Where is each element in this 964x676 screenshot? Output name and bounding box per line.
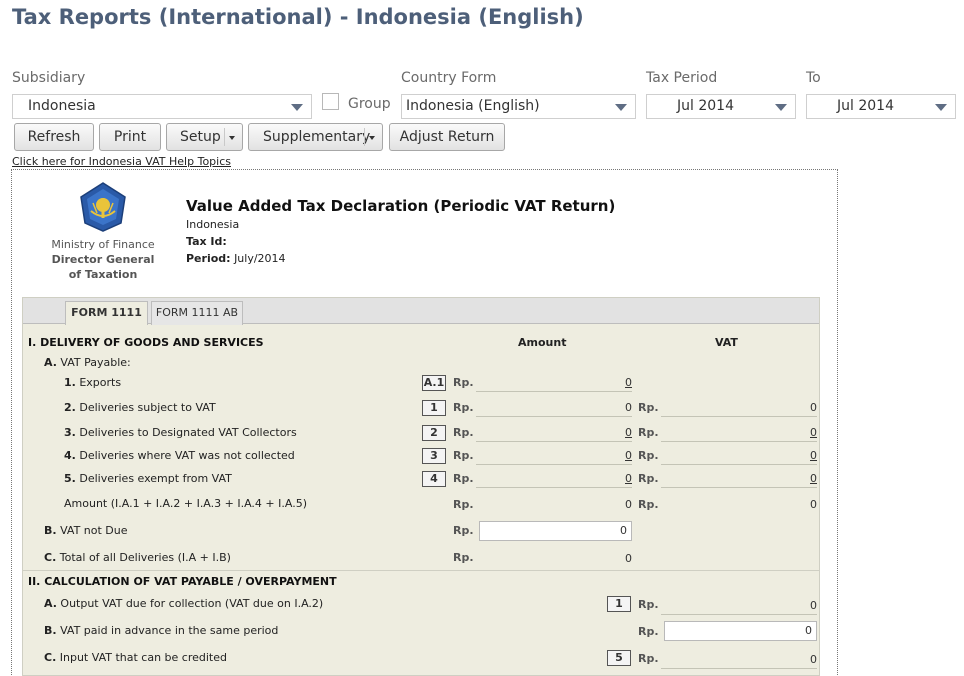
to-period-select[interactable]: Jul 2014	[806, 94, 956, 119]
total-deliveries-amount: 0	[625, 552, 632, 565]
section-2b-label: B. VAT paid in advance in the same perio…	[44, 624, 279, 637]
declaration-title: Value Added Tax Declaration (Periodic VA…	[186, 197, 616, 215]
tab-bar: FORM 1111 FORM 1111 AB	[23, 298, 819, 325]
deliveries-vat-amount: 0	[625, 401, 632, 414]
vat-paid-advance-input[interactable]: 0	[664, 621, 817, 641]
row-exempt-label: 5. Deliveries exempt from VAT	[64, 472, 232, 485]
currency-label: Rp.	[453, 449, 474, 462]
to-period-value: Jul 2014	[837, 98, 894, 114]
currency-label: Rp.	[638, 449, 659, 462]
declaration-country: Indonesia	[186, 218, 240, 231]
refresh-button[interactable]: Refresh	[14, 123, 94, 151]
section-1b-label: B. VAT not Due	[44, 524, 128, 537]
country-form-value: Indonesia (English)	[406, 98, 540, 114]
setup-button[interactable]: Setup	[166, 123, 243, 151]
group-label: Group	[348, 96, 391, 112]
exempt-amount[interactable]: 0	[560, 472, 632, 485]
sum-vat: 0	[810, 498, 817, 511]
tax-id-line: Tax Id:	[186, 235, 227, 248]
group-checkbox[interactable]	[322, 93, 339, 110]
row-designated-collectors-label: 3. Deliveries to Designated VAT Collecto…	[64, 426, 297, 439]
chevron-down-icon	[291, 104, 303, 111]
currency-label: Rp.	[638, 498, 659, 511]
currency-label: Rp.	[638, 401, 659, 414]
currency-label: Rp.	[638, 625, 659, 638]
tax-period-label: Tax Period	[646, 70, 718, 86]
page-title: Tax Reports (International) - Indonesia …	[12, 5, 584, 29]
deliveries-vat-vat: 0	[810, 401, 817, 414]
currency-label: Rp.	[638, 472, 659, 485]
currency-label: Rp.	[638, 426, 659, 439]
vat-not-due-input[interactable]: 0	[479, 521, 632, 541]
chevron-down-icon	[775, 104, 787, 111]
caret-down-icon	[369, 136, 375, 140]
section-1c-label: C. Total of all Deliveries (I.A + I.B)	[44, 551, 231, 564]
exports-amount[interactable]: 0	[560, 376, 632, 389]
currency-label: Rp.	[638, 598, 659, 611]
help-link[interactable]: Click here for Indonesia VAT Help Topics	[12, 155, 231, 168]
row-deliveries-vat-label: 2. Deliveries subject to VAT	[64, 401, 216, 414]
row-exports-label: 1. Exports	[64, 376, 122, 389]
print-button[interactable]: Print	[99, 123, 161, 151]
subsidiary-value: Indonesia	[28, 98, 96, 114]
currency-label: Rp.	[453, 426, 474, 439]
currency-label: Rp.	[638, 652, 659, 665]
subsidiary-select[interactable]: Indonesia	[12, 94, 312, 119]
period-line: Period: July/2014	[186, 252, 286, 265]
supplementary-label: Supplementary	[263, 129, 371, 145]
currency-label: Rp.	[453, 401, 474, 414]
input-vat-value: 0	[810, 653, 817, 666]
supplementary-button[interactable]: Supplementary	[248, 123, 383, 151]
section-2a-label: A. Output VAT due for collection (VAT du…	[44, 597, 324, 610]
tab-form-1111-ab[interactable]: FORM 1111 AB	[151, 301, 243, 325]
exempt-vat[interactable]: 0	[745, 472, 817, 485]
row-vat-not-collected-label: 4. Deliveries where VAT was not collecte…	[64, 449, 295, 462]
sum-label: Amount (I.A.1 + I.A.2 + I.A.3 + I.A.4 + …	[64, 497, 307, 510]
box-a1: A.1	[422, 375, 446, 391]
tab-form-1111[interactable]: FORM 1111	[65, 301, 148, 325]
vat-column-header: VAT	[715, 336, 738, 349]
currency-label: Rp.	[453, 524, 474, 537]
caret-down-icon	[229, 136, 235, 140]
output-vat-value: 0	[810, 599, 817, 612]
ministry-text: Ministry of Finance	[51, 238, 155, 251]
setup-label: Setup	[180, 129, 221, 145]
box-2: 2	[422, 425, 446, 441]
currency-label: Rp.	[453, 376, 474, 389]
currency-label: Rp.	[453, 498, 474, 511]
box-ii-1: 1	[607, 596, 631, 612]
amount-column-header: Amount	[518, 336, 567, 349]
subsidiary-label: Subsidiary	[12, 70, 86, 86]
box-ii-5: 5	[607, 650, 631, 666]
designated-collectors-amount[interactable]: 0	[560, 426, 632, 439]
currency-label: Rp.	[453, 472, 474, 485]
designated-collectors-vat[interactable]: 0	[745, 426, 817, 439]
section-2-title: II. CALCULATION OF VAT PAYABLE / OVERPAY…	[28, 575, 337, 588]
section-1a-label: A. VAT Payable:	[44, 356, 131, 369]
tax-period-select[interactable]: Jul 2014	[646, 94, 796, 119]
box-1: 1	[422, 400, 446, 416]
vat-not-collected-amount[interactable]: 0	[560, 449, 632, 462]
box-4: 4	[422, 471, 446, 487]
vat-not-collected-vat[interactable]: 0	[745, 449, 817, 462]
section-1-title: I. DELIVERY OF GOODS AND SERVICES	[28, 336, 264, 349]
sum-amount: 0	[625, 498, 632, 511]
country-form-select[interactable]: Indonesia (English)	[401, 94, 636, 119]
currency-label: Rp.	[453, 551, 474, 564]
tax-period-value: Jul 2014	[677, 98, 734, 114]
adjust-return-button[interactable]: Adjust Return	[389, 123, 505, 151]
section-2c-label: C. Input VAT that can be credited	[44, 651, 227, 664]
to-label: To	[806, 70, 821, 86]
box-3: 3	[422, 448, 446, 464]
chevron-down-icon	[615, 104, 627, 111]
chevron-down-icon	[935, 104, 947, 111]
country-form-label: Country Form	[401, 70, 497, 86]
ministry-logo-icon	[80, 182, 126, 232]
director-general-text: Director General of Taxation	[51, 253, 155, 281]
